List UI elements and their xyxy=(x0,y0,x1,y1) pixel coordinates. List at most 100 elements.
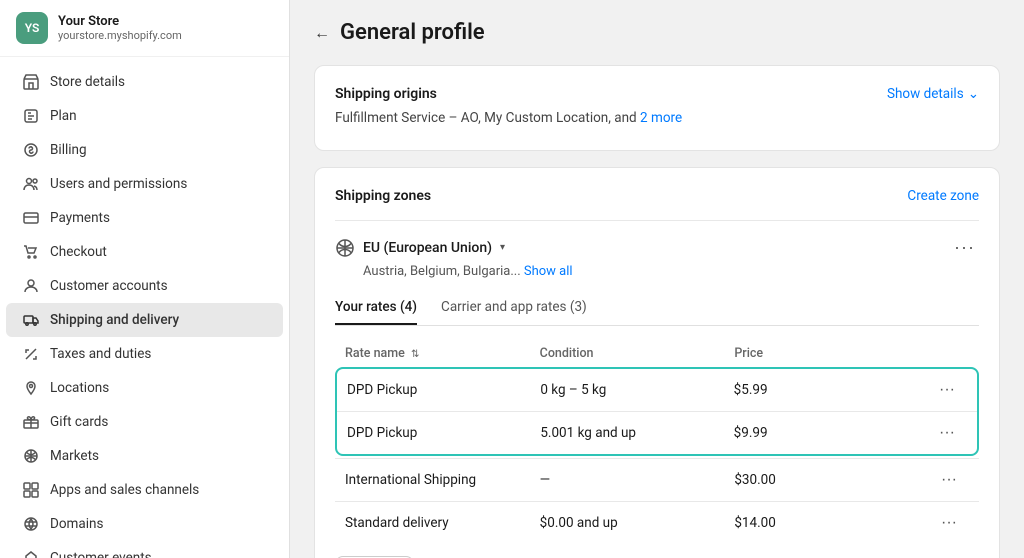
rate-more-3-button[interactable]: ··· xyxy=(929,514,969,532)
sidebar-item-checkout[interactable]: Checkout xyxy=(6,235,283,269)
sidebar-label-checkout: Checkout xyxy=(50,244,107,260)
sidebar-item-taxes[interactable]: Taxes and duties xyxy=(6,337,283,371)
sidebar-item-markets[interactable]: Markets xyxy=(6,439,283,473)
table-row: Standard delivery $0.00 and up $14.00 ··… xyxy=(335,501,979,544)
shipping-origins-card: Shipping origins Show details ⌄ Fulfillm… xyxy=(314,65,1000,151)
sidebar-item-payments[interactable]: Payments xyxy=(6,201,283,235)
sidebar-item-billing[interactable]: Billing xyxy=(6,133,283,167)
sidebar-item-store-details[interactable]: Store details xyxy=(6,65,283,99)
condition-header: Condition xyxy=(540,346,735,361)
sidebar-label-customer-accounts: Customer accounts xyxy=(50,278,168,294)
zone-name-label: EU (European Union) xyxy=(363,240,492,256)
rate-name-1: DPD Pickup xyxy=(347,425,540,441)
rate-condition-0: 0 kg – 5 kg xyxy=(540,382,733,398)
sort-icon: ⇅ xyxy=(411,349,419,360)
rate-price-2: $30.00 xyxy=(734,472,929,488)
sidebar-label-domains: Domains xyxy=(50,516,103,532)
more-link[interactable]: 2 more xyxy=(640,110,682,126)
taxes-icon xyxy=(22,345,40,363)
sidebar-label-shipping: Shipping and delivery xyxy=(50,312,179,328)
markets-icon xyxy=(22,447,40,465)
store-icon xyxy=(22,73,40,91)
rate-more-0-button[interactable]: ··· xyxy=(927,381,967,399)
shipping-zones-title: Shipping zones xyxy=(335,188,431,204)
sidebar-item-users-permissions[interactable]: Users and permissions xyxy=(6,167,283,201)
customer-accounts-icon xyxy=(22,277,40,295)
sidebar: YS Your Store yourstore.myshopify.com St… xyxy=(0,0,290,558)
events-icon xyxy=(22,549,40,558)
highlighted-rate-group: DPD Pickup 0 kg – 5 kg $5.99 ··· DPD Pic… xyxy=(335,367,979,456)
sidebar-label-gift-cards: Gift cards xyxy=(50,414,108,430)
plan-icon xyxy=(22,107,40,125)
sidebar-item-gift-cards[interactable]: Gift cards xyxy=(6,405,283,439)
apps-icon xyxy=(22,481,40,499)
billing-icon xyxy=(22,141,40,159)
shipping-icon xyxy=(22,311,40,329)
price-header: Price xyxy=(734,346,929,361)
sidebar-item-apps-sales[interactable]: Apps and sales channels xyxy=(6,473,283,507)
rate-name-header: Rate name ⇅ xyxy=(345,346,540,361)
sidebar-item-shipping-delivery[interactable]: Shipping and delivery xyxy=(6,303,283,337)
tab-your-rates[interactable]: Your rates (4) xyxy=(335,291,417,325)
sidebar-nav: Store details Plan Billing Users and per… xyxy=(0,57,289,558)
sidebar-header: YS Your Store yourstore.myshopify.com xyxy=(0,0,289,57)
rate-name-2: International Shipping xyxy=(345,472,540,488)
table-row: DPD Pickup 5.001 kg and up $9.99 ··· xyxy=(337,411,977,454)
globe-icon xyxy=(335,238,355,258)
gift-icon xyxy=(22,413,40,431)
sidebar-label-payments: Payments xyxy=(50,210,110,226)
rate-name-0: DPD Pickup xyxy=(347,382,540,398)
sidebar-item-plan[interactable]: Plan xyxy=(6,99,283,133)
payments-icon xyxy=(22,209,40,227)
chevron-down-icon: ⌄ xyxy=(968,86,979,102)
rate-condition-3: $0.00 and up xyxy=(540,515,735,531)
shipping-origins-desc: Fulfillment Service – AO, My Custom Loca… xyxy=(335,110,979,126)
show-all-link[interactable]: Show all xyxy=(524,264,573,279)
shipping-origins-header: Shipping origins Show details ⌄ xyxy=(335,86,979,102)
table-row: DPD Pickup 0 kg – 5 kg $5.99 ··· xyxy=(337,369,977,411)
sidebar-label-locations: Locations xyxy=(50,380,109,396)
rate-more-2-button[interactable]: ··· xyxy=(929,471,969,489)
sidebar-item-customer-events[interactable]: Customer events xyxy=(6,541,283,558)
sidebar-label-users: Users and permissions xyxy=(50,176,187,192)
sidebar-item-locations[interactable]: Locations xyxy=(6,371,283,405)
sidebar-item-customer-accounts[interactable]: Customer accounts xyxy=(6,269,283,303)
sidebar-item-domains[interactable]: Domains xyxy=(6,507,283,541)
locations-icon xyxy=(22,379,40,397)
rate-price-3: $14.00 xyxy=(734,515,929,531)
zone-more-button[interactable]: ··· xyxy=(950,237,979,258)
shipping-zones-card: Shipping zones Create zone EU (European … xyxy=(314,167,1000,558)
main-content: ← General profile Shipping origins Show … xyxy=(290,0,1024,558)
table-header: Rate name ⇅ Condition Price xyxy=(335,340,979,367)
rates-tabs: Your rates (4) Carrier and app rates (3) xyxy=(335,291,979,326)
rate-name-3: Standard delivery xyxy=(345,515,540,531)
rate-more-1-button[interactable]: ··· xyxy=(927,424,967,442)
zone-countries: Austria, Belgium, Bulgaria... Show all xyxy=(363,264,979,279)
show-details-button[interactable]: Show details ⌄ xyxy=(887,86,979,102)
domains-icon xyxy=(22,515,40,533)
shipping-origins-title: Shipping origins xyxy=(335,86,437,102)
sidebar-label-taxes: Taxes and duties xyxy=(50,346,151,362)
page-title: General profile xyxy=(340,20,485,45)
zone-chevron-icon: ▾ xyxy=(500,242,505,253)
sidebar-label-store-details: Store details xyxy=(50,74,125,90)
sidebar-label-customer-events: Customer events xyxy=(50,550,152,558)
sidebar-label-billing: Billing xyxy=(50,142,87,158)
page-header: ← General profile xyxy=(314,20,1000,45)
zone-name[interactable]: EU (European Union) ▾ xyxy=(335,238,505,258)
avatar: YS xyxy=(16,12,48,44)
users-icon xyxy=(22,175,40,193)
zone-header: EU (European Union) ▾ ··· xyxy=(335,237,979,258)
tab-carrier-rates[interactable]: Carrier and app rates (3) xyxy=(441,291,587,325)
sidebar-label-markets: Markets xyxy=(50,448,99,464)
divider xyxy=(335,220,979,221)
store-info: Your Store yourstore.myshopify.com xyxy=(58,14,182,42)
back-button[interactable]: ← xyxy=(314,23,330,43)
store-url: yourstore.myshopify.com xyxy=(58,29,182,42)
rate-price-1: $9.99 xyxy=(734,425,927,441)
shipping-zones-header: Shipping zones Create zone xyxy=(335,188,979,204)
rate-condition-2: — xyxy=(540,472,735,488)
sidebar-label-plan: Plan xyxy=(50,108,77,124)
create-zone-button[interactable]: Create zone xyxy=(907,188,979,204)
sidebar-label-apps: Apps and sales channels xyxy=(50,482,199,498)
